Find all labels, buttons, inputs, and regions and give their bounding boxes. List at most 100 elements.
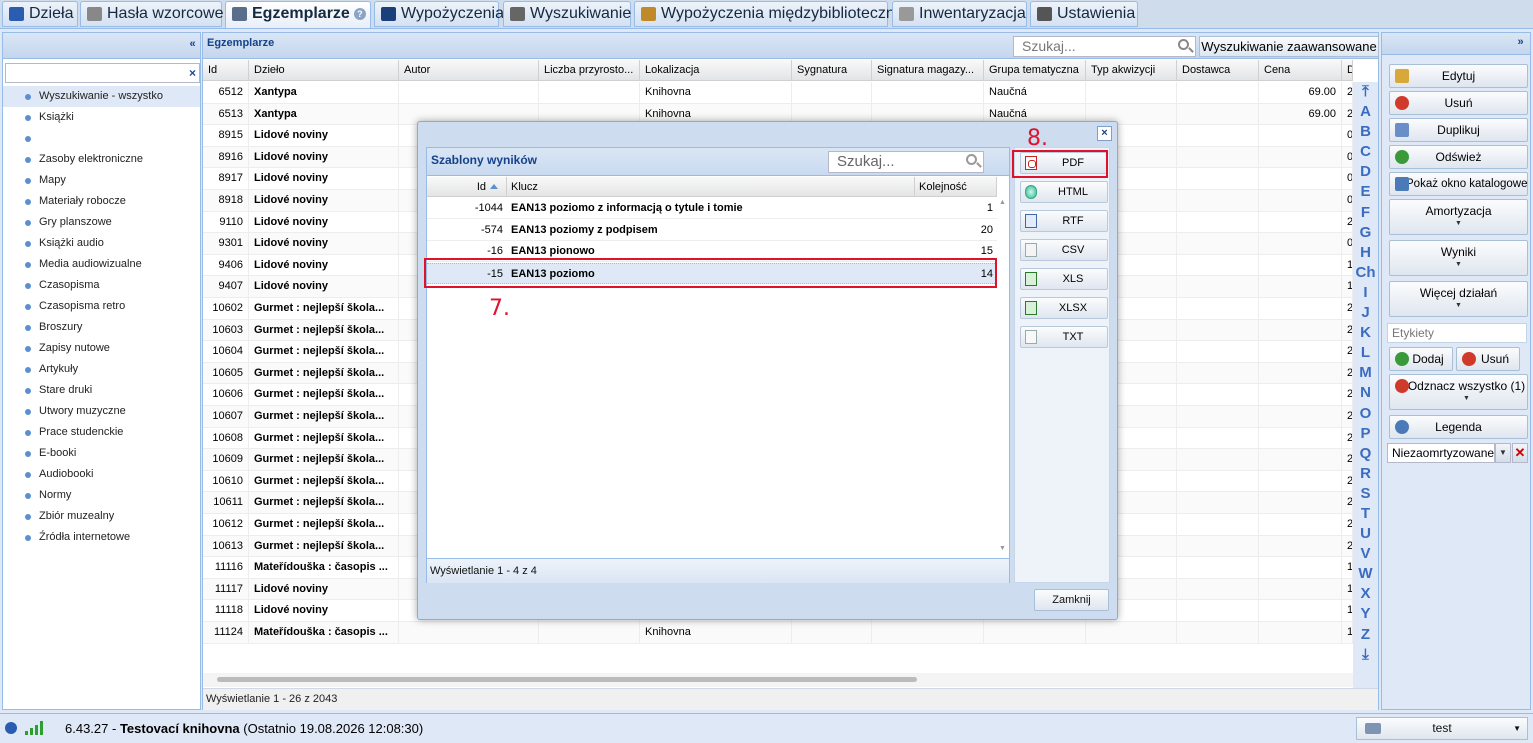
category-item[interactable]: Zapisy nutowe (3, 338, 200, 359)
tab-wyszukiwanie[interactable]: Wyszukiwanie (503, 1, 631, 27)
search-icon[interactable] (1178, 39, 1189, 50)
search-icon[interactable] (966, 154, 977, 165)
column-header[interactable]: Typ akwizycji (1086, 60, 1177, 81)
table-row[interactable]: 11124 Mateřídouška : časopis ... Knihovna 1 (203, 622, 1353, 644)
alphabet-letter[interactable]: M (1353, 363, 1378, 383)
category-item[interactable]: Artykuły (3, 359, 200, 380)
alphabet-letter[interactable]: K (1353, 323, 1378, 343)
template-row[interactable]: -15 EAN13 poziomo 14 (427, 262, 997, 284)
category-item[interactable]: Książki (3, 107, 200, 128)
unmark-all-button[interactable]: Odznacz wszystko (1) ▼ (1389, 374, 1528, 410)
column-header[interactable]: Liczba przyrosto... (539, 60, 640, 81)
category-item[interactable]: Utwory muzyczne (3, 401, 200, 422)
show-catalog-window-button[interactable]: Pokaż okno katalogowe (1389, 172, 1528, 196)
tab-dziela[interactable]: Dzieła (2, 1, 78, 27)
alphabet-letter[interactable]: A (1353, 102, 1378, 122)
alphabet-letter[interactable]: J (1353, 303, 1378, 323)
tab-inwentaryzacja[interactable]: Inwentaryzacja (892, 1, 1027, 27)
alphabet-letter[interactable]: R (1353, 464, 1378, 484)
alphabet-letter[interactable]: P (1353, 424, 1378, 444)
status-filter-select[interactable]: Niezaomrtyzowane (1387, 443, 1495, 463)
column-header[interactable]: Autor (399, 60, 539, 81)
column-header[interactable]: Dostawca (1177, 60, 1259, 81)
category-item[interactable]: Materiały robocze (3, 191, 200, 212)
category-item[interactable]: Gry planszowe (3, 212, 200, 233)
remove-label-button[interactable]: Usuń (1456, 347, 1520, 371)
category-item[interactable]: Broszury (3, 317, 200, 338)
column-header[interactable]: Lokalizacja (640, 60, 792, 81)
legend-button[interactable]: Legenda (1389, 415, 1528, 439)
export-txt-button[interactable]: TXT (1020, 326, 1108, 348)
info-icon[interactable] (5, 722, 17, 734)
alphabet-letter[interactable]: E (1353, 182, 1378, 202)
tab-egzemplarze[interactable]: Egzemplarze? (225, 1, 371, 29)
category-item[interactable]: E-booki (3, 443, 200, 464)
category-item[interactable]: Źródła internetowe (3, 527, 200, 548)
alphabet-letter[interactable]: X (1353, 584, 1378, 604)
depreciation-menu-button[interactable]: Amortyzacja ▼ (1389, 199, 1528, 235)
alphabet-letter[interactable]: I (1353, 283, 1378, 303)
refresh-button[interactable]: Odśwież (1389, 145, 1528, 169)
edit-button[interactable]: Edytuj (1389, 64, 1528, 88)
column-header[interactable]: Grupa tematyczna (984, 60, 1086, 81)
template-row[interactable]: -574 EAN13 poziomy z podpisem 20 (427, 220, 997, 241)
alphabet-letter[interactable]: Ch (1353, 263, 1378, 283)
column-header[interactable]: D (1342, 60, 1353, 81)
category-item[interactable]: Zasoby elektroniczne (3, 149, 200, 170)
alphabet-letter[interactable]: V (1353, 544, 1378, 564)
alphabet-letter[interactable]: ⤒ (1353, 82, 1378, 102)
alphabet-letter[interactable]: W (1353, 564, 1378, 584)
category-item[interactable]: Zbiór muzealny (3, 506, 200, 527)
template-row[interactable]: -1044 EAN13 poziomo z informacją o tytule… (427, 198, 997, 219)
alphabet-letter[interactable]: Y (1353, 604, 1378, 624)
scroll-down-icon[interactable]: ▼ (999, 545, 1006, 552)
column-header[interactable]: Id (203, 60, 249, 81)
alphabet-letter[interactable]: C (1353, 142, 1378, 162)
collapse-left-icon[interactable]: « (186, 39, 199, 52)
category-item[interactable]: Normy (3, 485, 200, 506)
delete-button[interactable]: Usuń (1389, 91, 1528, 115)
scroll-thumb[interactable] (217, 677, 917, 682)
table-row[interactable]: 6512 Xantypa Knihovna Naučná 69.00 2 (203, 82, 1353, 104)
scroll-up-icon[interactable]: ▲ (999, 199, 1006, 206)
close-icon[interactable]: × (1097, 126, 1112, 141)
alphabet-letter[interactable]: N (1353, 383, 1378, 403)
alphabet-letter[interactable]: F (1353, 203, 1378, 223)
duplicate-button[interactable]: Duplikuj (1389, 118, 1528, 142)
alphabet-letter[interactable]: Z (1353, 625, 1378, 645)
column-header[interactable]: Sygnatura (792, 60, 872, 81)
column-header[interactable]: Cena (1259, 60, 1342, 81)
alphabet-letter[interactable]: D (1353, 162, 1378, 182)
tab-ustawienia[interactable]: Ustawienia (1030, 1, 1138, 27)
category-item[interactable]: Wyszukiwanie - wszystko (3, 86, 200, 107)
category-item[interactable]: Media audiowizualne (3, 254, 200, 275)
help-icon[interactable]: ? (353, 8, 366, 20)
alphabet-letter[interactable]: O (1353, 404, 1378, 424)
search-input[interactable]: Szukaj... (1013, 36, 1196, 57)
alphabet-letter[interactable]: B (1353, 122, 1378, 142)
alphabet-letter[interactable]: Q (1353, 444, 1378, 464)
column-header[interactable]: Dzieło (249, 60, 399, 81)
alphabet-letter[interactable]: G (1353, 223, 1378, 243)
export-pdf-button[interactable]: PDF (1020, 152, 1108, 174)
category-item[interactable]: Czasopisma retro (3, 296, 200, 317)
results-menu-button[interactable]: Wyniki ▼ (1389, 240, 1528, 276)
user-menu-button[interactable]: test ▼ (1356, 717, 1528, 740)
category-item[interactable]: Audiobooki (3, 464, 200, 485)
export-xls-button[interactable]: XLS (1020, 268, 1108, 290)
collapse-right-icon[interactable]: » (1514, 37, 1527, 50)
advanced-search-button[interactable]: Wyszukiwanie zaawansowane (1199, 36, 1379, 57)
column-header-id[interactable]: Id (427, 177, 507, 197)
more-actions-menu-button[interactable]: Więcej działań ▼ (1389, 281, 1528, 317)
category-item[interactable]: Stare druki (3, 380, 200, 401)
alphabet-letter[interactable]: H (1353, 243, 1378, 263)
category-item[interactable]: Książki audio (3, 233, 200, 254)
labels-field[interactable]: Etykiety (1387, 323, 1527, 343)
clear-filter-icon[interactable]: × (189, 66, 196, 80)
tab-hasla-wzorcowe[interactable]: Hasła wzorcowe (80, 1, 223, 27)
vertical-scrollbar[interactable]: ▲ ▼ (997, 197, 1009, 557)
alphabet-letter[interactable]: ⤓ (1353, 645, 1378, 665)
alphabet-letter[interactable]: L (1353, 343, 1378, 363)
category-item[interactable]: Prace studenckie (3, 422, 200, 443)
column-header-key[interactable]: Klucz (507, 177, 915, 197)
